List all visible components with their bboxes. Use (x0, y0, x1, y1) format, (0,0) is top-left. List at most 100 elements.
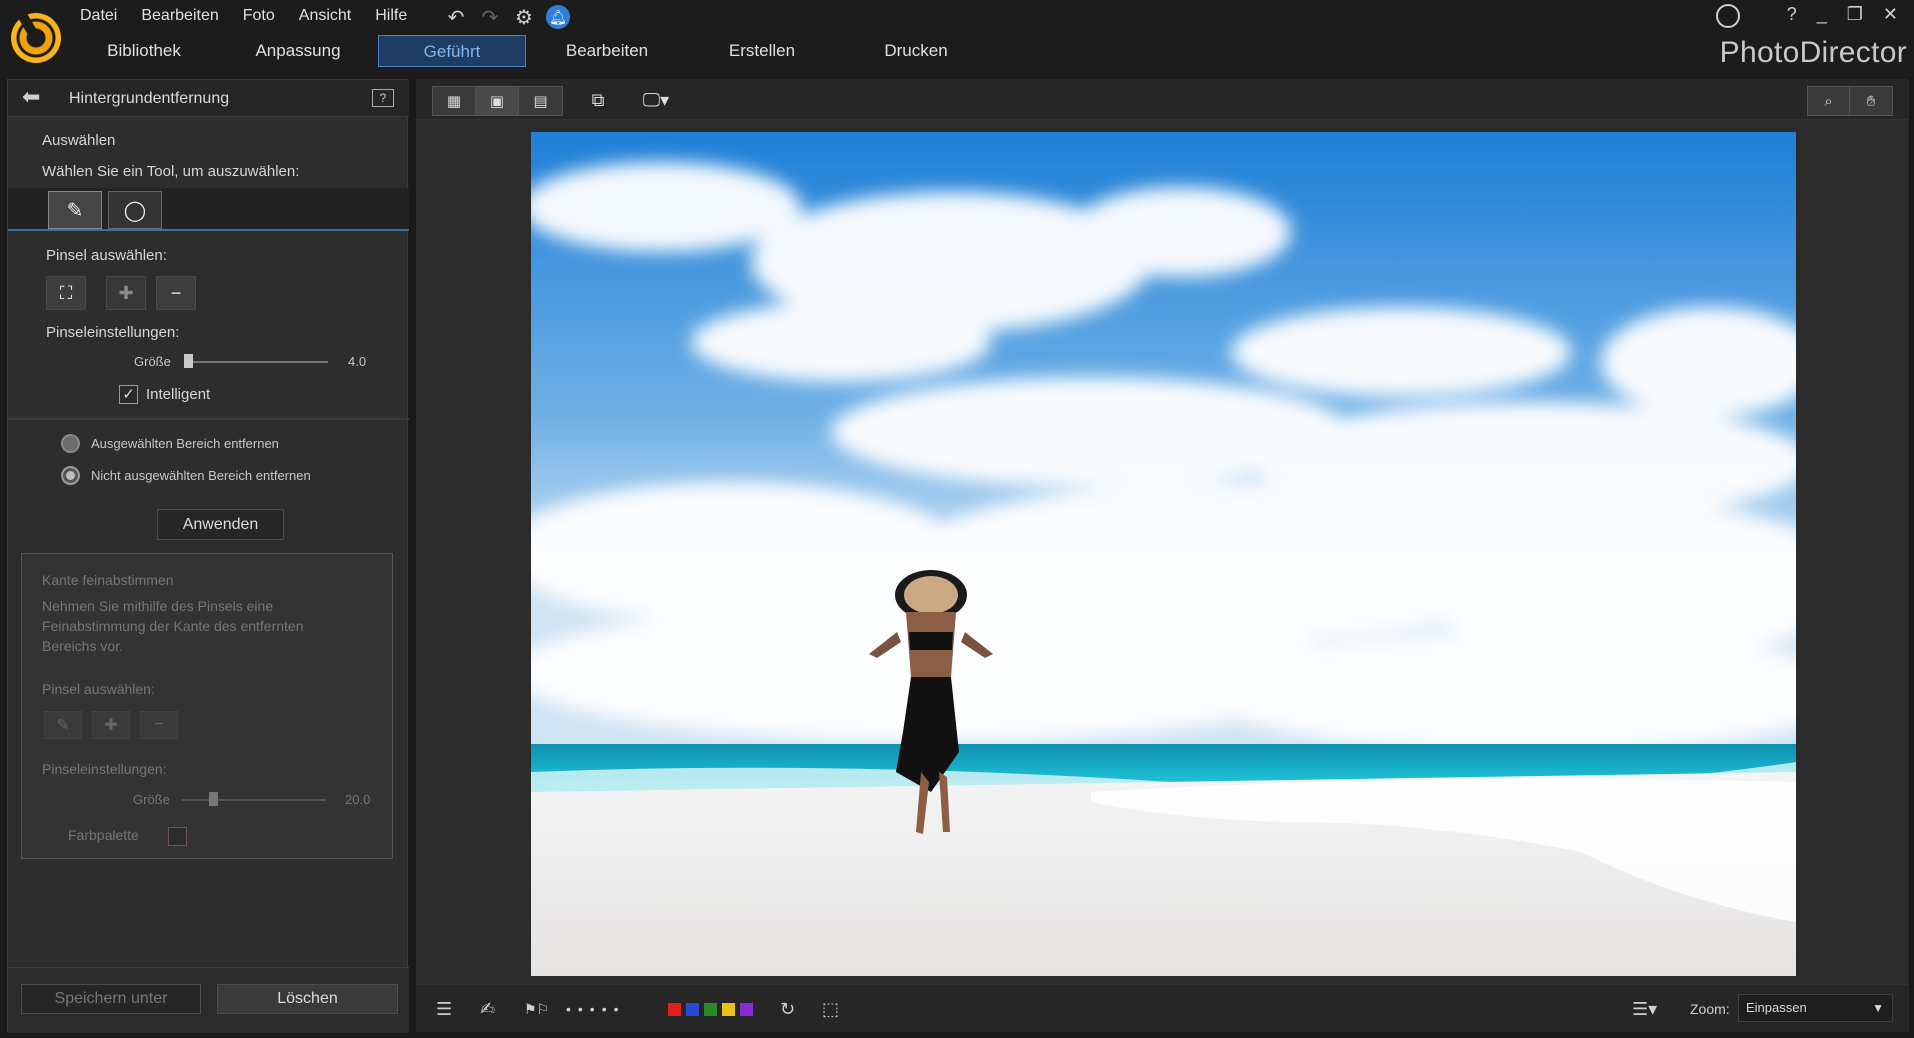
menu-bearbeiten[interactable]: Bearbeiten (141, 7, 218, 25)
view-mode-group: ▦ ▣ ▤ (432, 86, 563, 116)
restore-icon[interactable]: ❐ (1847, 4, 1863, 25)
display-dropdown-icon[interactable]: 🖵︎▾ (634, 86, 678, 114)
smart-brush-tool-icon[interactable]: ✎ (48, 191, 102, 229)
photo-canvas (416, 119, 1909, 976)
single-view-icon[interactable]: ▣ (476, 87, 519, 115)
minimize-icon[interactable]: _ (1817, 4, 1827, 25)
refine-size-slider-thumb (209, 792, 218, 806)
notification-bell-icon[interactable]: 🔔︎ (546, 5, 570, 29)
select-prompt: Wählen Sie ein Tool, um auszuwählen: (42, 163, 300, 180)
zoom-magnifier-icon[interactable]: ⌕ (1808, 87, 1850, 115)
panel-header: ⬅ Hintergrundentfernung ? (8, 80, 409, 117)
size-value: 4.0 (348, 354, 367, 369)
pan-hand-icon[interactable]: ✋︎ (1850, 87, 1892, 115)
color-label-green[interactable] (704, 1002, 717, 1016)
settings-gear-icon[interactable]: ⚙ (512, 5, 536, 29)
edit-pen-icon[interactable]: ✍ (480, 997, 495, 1021)
undo-icon[interactable]: ↶ (444, 5, 468, 29)
window-controls: ? _ ❐ ✕ (1787, 4, 1898, 25)
refine-size-label: Größe (133, 792, 170, 807)
color-label-blue[interactable] (686, 1002, 699, 1016)
refine-brush-icon: ✎ (44, 711, 82, 739)
brush-settings-label: Pinseleinstellungen: (46, 324, 180, 341)
radio-remove-unselected[interactable] (61, 466, 80, 485)
refine-description: Nehmen Sie mithilfe des Pinsels eine Fei… (42, 598, 304, 654)
panel-footer: Speichern unter Löschen (8, 967, 409, 1033)
refine-add-brush-icon: ✚ (92, 711, 130, 739)
quick-actions: ↶ ↷ ⚙ 🔔︎ (444, 5, 570, 29)
divider (8, 418, 409, 420)
chevron-down-icon: ▼ (1872, 1001, 1884, 1015)
palette-label: Farbpalette (68, 827, 139, 843)
tab-bearbeiten[interactable]: Bearbeiten (526, 35, 688, 67)
size-slider-track[interactable] (184, 361, 328, 363)
module-tabs: Bibliothek Anpassung Geführt Bearbeiten … (70, 35, 996, 67)
tab-drucken[interactable]: Drucken (836, 35, 996, 67)
radio-remove-selected[interactable] (61, 434, 80, 453)
tab-gefuehrt[interactable]: Geführt (378, 35, 526, 67)
flag-icon[interactable]: ⚑⚐ (524, 997, 549, 1021)
panel-help-icon[interactable]: ? (372, 89, 394, 107)
refine-subtract-brush-icon: − (140, 711, 178, 739)
color-label-purple[interactable] (740, 1002, 753, 1016)
palette-swatch (168, 827, 187, 846)
view-toolbar: ▦ ▣ ▤ ⧉ 🖵︎▾ ⌕ ✋︎ (416, 79, 1909, 119)
rotate-icon[interactable]: ↻ (780, 997, 795, 1021)
refine-size-slider-track (182, 799, 326, 801)
main-area: ▦ ▣ ▤ ⧉ 🖵︎▾ ⌕ ✋︎ ☰ ✍ ⚑⚐ ••••• ↻ ⬚ ☰▾ Zoo… (416, 79, 1909, 1032)
color-labels (668, 997, 758, 1021)
compare-view-icon[interactable]: ▦ (433, 87, 476, 115)
refine-edge-section: Kante feinabstimmen Nehmen Sie mithilfe … (21, 553, 393, 859)
size-label: Größe (134, 354, 171, 369)
menu-foto[interactable]: Foto (243, 7, 275, 25)
sort-icon[interactable]: ☰ (436, 997, 452, 1021)
add-brush-icon[interactable]: ✚ (106, 276, 146, 310)
help-icon[interactable]: ? (1787, 4, 1797, 25)
menu-hilfe[interactable]: Hilfe (375, 7, 407, 25)
zoom-label: Zoom: (1690, 1001, 1730, 1017)
back-arrow-icon[interactable]: ⬅ (22, 86, 48, 108)
intelligent-checkbox[interactable]: ✓ (119, 385, 138, 404)
subtract-brush-icon[interactable]: − (156, 276, 196, 310)
tab-bibliothek[interactable]: Bibliothek (70, 35, 218, 67)
tab-erstellen[interactable]: Erstellen (688, 35, 836, 67)
zoom-value: Einpassen (1746, 1000, 1807, 1015)
panel-title: Hintergrundentfernung (69, 90, 230, 107)
top-bar: Datei Bearbeiten Foto Ansicht Hilfe ↶ ↷ … (0, 0, 1914, 78)
refine-brush-select-label: Pinsel auswählen: (42, 681, 155, 697)
refine-title: Kante feinabstimmen (42, 572, 174, 588)
menu-ansicht[interactable]: Ansicht (299, 7, 351, 25)
zoom-select[interactable]: Einpassen ▼ (1738, 994, 1893, 1022)
redo-icon[interactable]: ↷ (478, 5, 502, 29)
refine-size-value: 20.0 (345, 792, 371, 807)
guided-panel: ⬅ Hintergrundentfernung ? Auswählen Wähl… (7, 79, 409, 1033)
size-slider-thumb[interactable] (184, 354, 193, 368)
apply-button[interactable]: Anwenden (157, 509, 284, 540)
brush-select-label: Pinsel auswählen: (46, 247, 167, 264)
display-options-icon[interactable]: ☰▾ (1632, 997, 1657, 1021)
user-account-icon[interactable] (1716, 4, 1740, 28)
close-icon[interactable]: ✕ (1883, 4, 1898, 25)
grid-view-icon[interactable]: ▤ (519, 87, 562, 115)
beach-photo[interactable] (531, 132, 1796, 976)
color-label-yellow[interactable] (722, 1002, 735, 1016)
delete-button[interactable]: Löschen (217, 984, 398, 1014)
crop-screen-icon[interactable]: ⬚ (822, 997, 839, 1021)
select-heading: Auswählen (42, 132, 116, 149)
color-label-red[interactable] (668, 1002, 681, 1016)
bottom-toolbar: ☰ ✍ ⚑⚐ ••••• ↻ ⬚ ☰▾ Zoom: Einpassen ▼ (416, 984, 1909, 1032)
menu-datei[interactable]: Datei (80, 7, 117, 25)
radio-remove-selected-label: Ausgewählten Bereich entfernen (91, 436, 279, 451)
rating-dots-icon[interactable]: ••••• (566, 997, 626, 1021)
app-logo-icon[interactable] (11, 13, 61, 63)
navigation-tools: ⌕ ✋︎ (1807, 86, 1893, 116)
lasso-tool-icon[interactable]: ◯ (108, 191, 162, 229)
intelligent-label: Intelligent (146, 386, 211, 403)
viewer-window-icon[interactable]: ⧉ (580, 86, 616, 114)
selection-tool-strip: ✎ ◯ (8, 188, 409, 231)
auto-brush-icon[interactable]: ⛶ (46, 276, 86, 310)
radio-remove-unselected-label: Nicht ausgewählten Bereich entfernen (91, 468, 311, 483)
brand-title: PhotoDirector (1719, 36, 1907, 69)
tab-anpassung[interactable]: Anpassung (218, 35, 378, 67)
save-as-button[interactable]: Speichern unter (21, 984, 201, 1014)
